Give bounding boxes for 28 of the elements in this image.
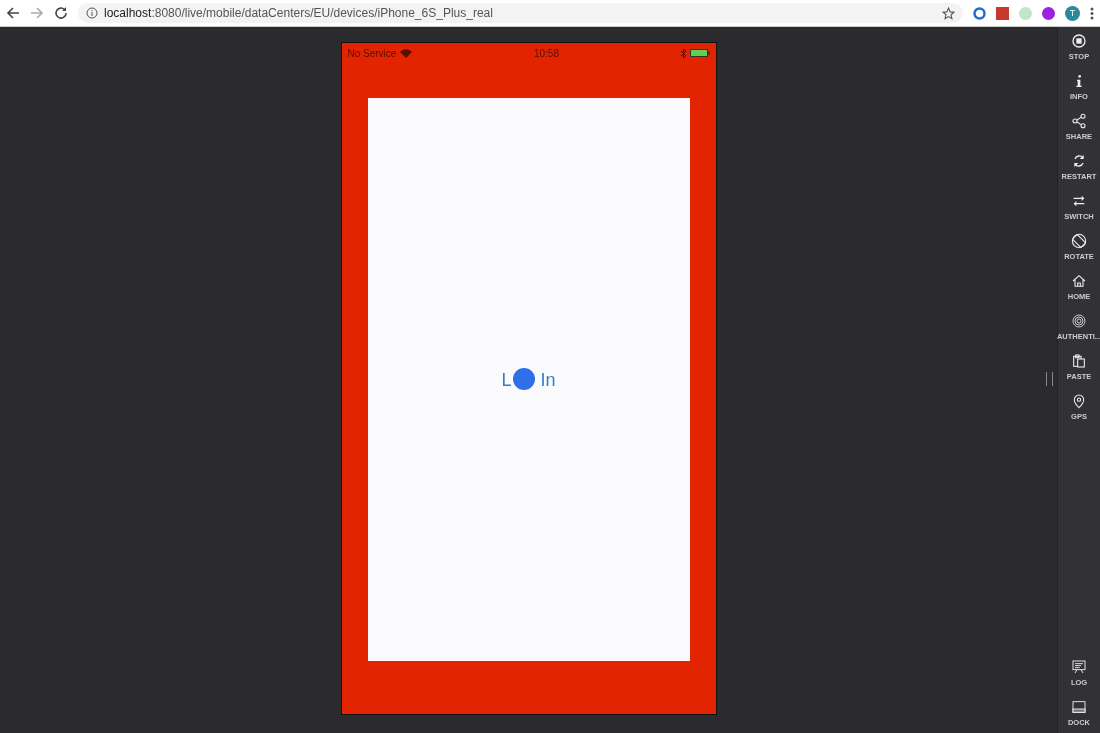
clock-text: 10:58 [533, 47, 559, 59]
stop-icon [1071, 33, 1087, 49]
paste-icon [1071, 353, 1087, 369]
wifi-icon [400, 48, 413, 58]
address-bar[interactable]: localhost:8080/live/mobile/dataCenters/EU/devices/iPhone_6S_Plus_real [78, 3, 963, 23]
battery-icon [689, 49, 710, 57]
home-icon [1071, 273, 1087, 289]
menu-icon[interactable] [1090, 6, 1094, 20]
rotate-icon [1071, 233, 1087, 249]
dock-icon [1071, 699, 1087, 715]
star-icon[interactable] [942, 6, 955, 20]
info-icon[interactable] [86, 7, 98, 19]
restart-icon [1071, 153, 1087, 169]
fingerprint-icon [1071, 313, 1087, 329]
bluetooth-icon [680, 48, 686, 58]
login-button[interactable]: L In [499, 366, 558, 393]
ring-extension-icon[interactable] [973, 6, 986, 20]
resize-handle[interactable] [1046, 372, 1053, 386]
reload-icon[interactable] [54, 6, 68, 20]
log-icon [1071, 659, 1087, 675]
extension-icon[interactable] [1042, 6, 1055, 20]
profile-avatar[interactable]: T [1065, 5, 1080, 21]
url-text: localhost:8080/live/mobile/dataCenters/EU/devices/iPhone_6S_Plus_real [104, 6, 493, 20]
back-icon[interactable] [6, 6, 20, 20]
gps-icon [1071, 393, 1087, 409]
extension-icon[interactable] [996, 6, 1009, 20]
share-icon [1071, 113, 1087, 129]
carrier-text: No Service [347, 47, 397, 59]
